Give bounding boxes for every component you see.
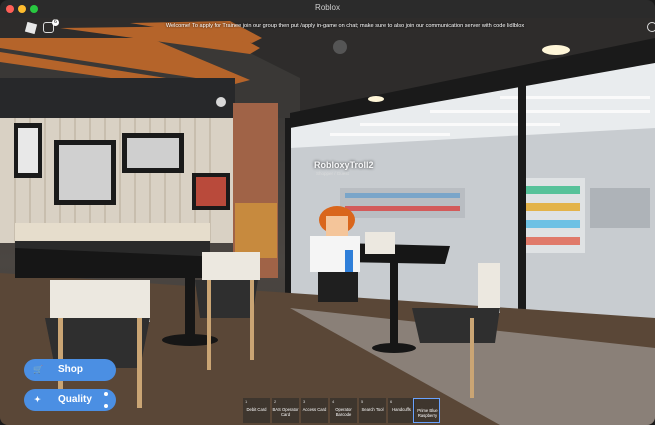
slot-item: BAS Operator Card [272,407,299,417]
hotbar-slot-1[interactable]: 1 Debit Card [243,398,270,423]
slot-item: Prime Blue Raspberry [417,408,438,418]
slot-item: Handcuffs [392,407,411,412]
hotbar-slot-4[interactable]: 4 Operator Barcode [330,398,357,423]
player-name-tag: RobloxyTroll2 [314,160,374,170]
slot-item: Search Tool [361,407,384,412]
quality-button[interactable]: ✦ Quality [24,389,116,411]
hotbar-slot-3[interactable]: 3 Access Card [301,398,328,423]
window-title: Roblox [315,3,340,12]
slot-key: 5 [361,399,364,404]
chat-badge: 6 [52,19,59,26]
game-window: Roblox 6 Welcome! To apply for Trainee j… [0,0,655,425]
shop-label: Shop [58,364,83,375]
cart-icon: 🛒 [33,365,43,374]
slot-key: 4 [332,399,335,404]
player-role-tag: Shopper / Guest [316,171,349,176]
hotbar-slot-6[interactable]: 6 Handcuffs [388,398,415,423]
slot-item: Debit Card [246,407,267,412]
hotbar-slot-2[interactable]: 2 BAS Operator Card [272,398,299,423]
shop-button[interactable]: 🛒 Shop [24,359,116,381]
slot-item: Access Card [302,407,327,412]
slot-key: 6 [390,399,393,404]
announcement-text: Welcome! To apply for Trainee join our g… [165,23,525,29]
title-bar: Roblox [0,0,655,19]
slot-key: 1 [245,399,248,404]
quality-label: Quality [58,394,92,405]
quality-toggle-icon[interactable] [104,392,108,416]
ceiling-speaker [333,40,347,54]
bench-cushion [15,223,210,241]
slot-key: 3 [303,399,306,404]
slot-key: 2 [274,399,277,404]
slot-item: Operator Barcode [335,407,352,417]
hotbar-slot-5[interactable]: 5 Search Tool [359,398,386,423]
roblox-menu-icon[interactable] [24,21,38,35]
more-menu-icon[interactable] [647,22,655,32]
wood-panel [235,203,277,258]
quality-icon: ✦ [34,395,41,404]
top-hud: 6 Welcome! To apply for Trainee join our… [0,18,655,38]
hotbar-slot-selected[interactable]: Prime Blue Raspberry [413,398,440,423]
